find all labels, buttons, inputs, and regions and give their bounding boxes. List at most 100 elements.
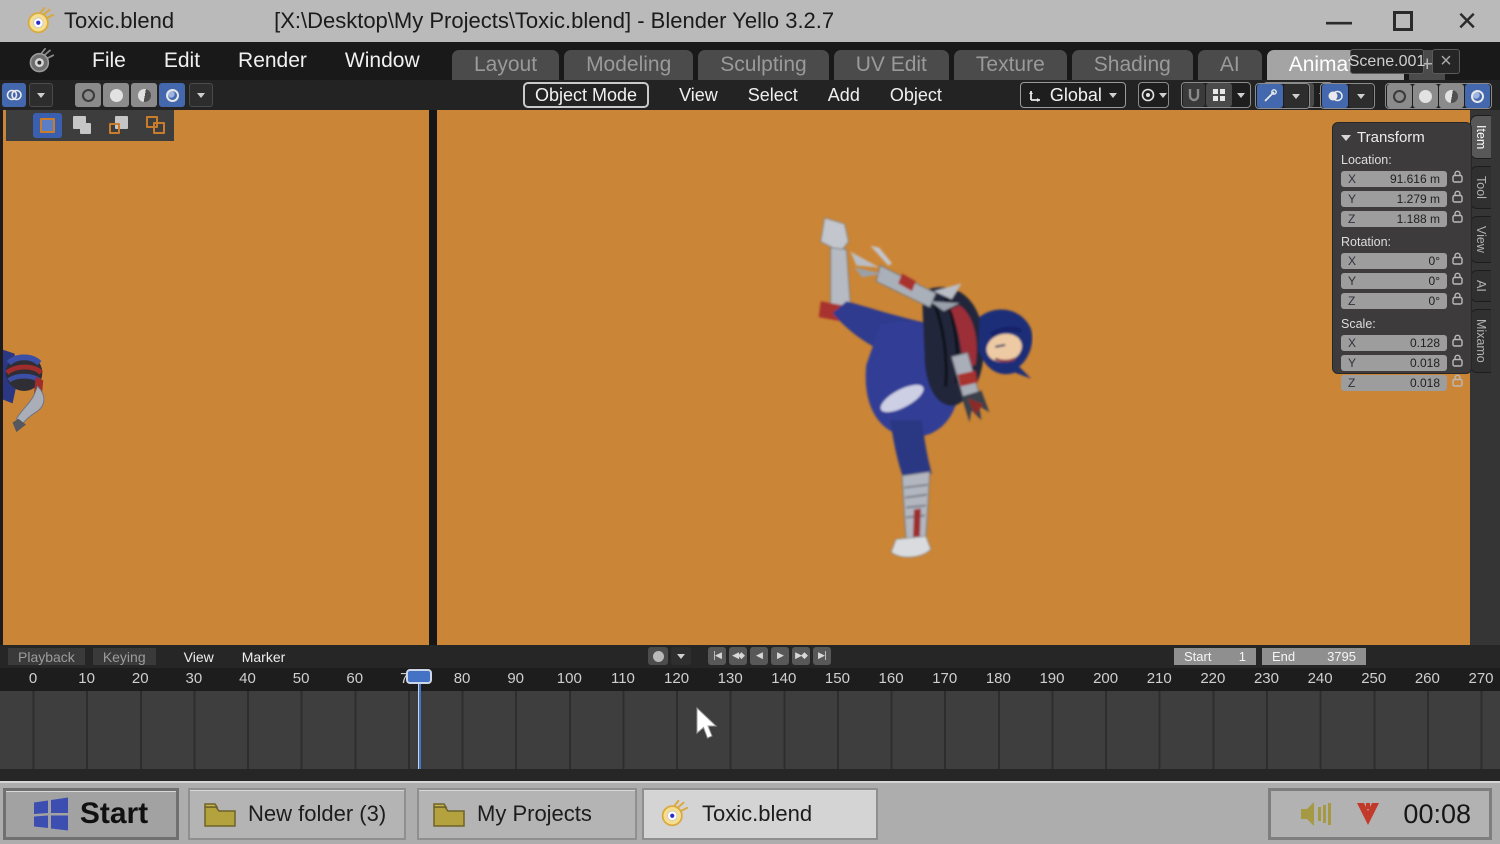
axis-label: X xyxy=(1348,336,1357,350)
timeline-track[interactable] xyxy=(0,691,1500,769)
shading-rendered-button[interactable] xyxy=(1465,84,1490,108)
select-extend-button[interactable] xyxy=(69,113,98,138)
scale-y-field[interactable]: Y 0.018 xyxy=(1341,355,1447,371)
sidebar-tab-item[interactable]: Item xyxy=(1470,115,1491,160)
location-y-field[interactable]: Y 1.279 m xyxy=(1341,191,1447,207)
viewport-menu-view[interactable]: View xyxy=(679,85,718,106)
scale-z-field[interactable]: Z 0.018 xyxy=(1341,375,1447,391)
auto-keying-button[interactable] xyxy=(648,647,668,665)
maximize-button[interactable] xyxy=(1388,6,1418,36)
lock-icon[interactable] xyxy=(1452,272,1463,290)
play-forward-button[interactable]: ▶ xyxy=(771,647,789,665)
select-difference-button[interactable] xyxy=(141,113,170,138)
transform-panel-header[interactable]: Transform xyxy=(1341,129,1463,146)
workspace-tab-sculpting[interactable]: Sculpting xyxy=(698,50,829,80)
speaker-icon[interactable] xyxy=(1299,799,1333,829)
scene-close-button[interactable]: × xyxy=(1432,49,1460,74)
lock-icon[interactable] xyxy=(1452,190,1463,208)
timeline-popover-keying[interactable]: Keying xyxy=(92,648,156,665)
workspace-tab-shading[interactable]: Shading xyxy=(1071,50,1193,80)
select-subtract-button[interactable] xyxy=(105,113,134,138)
overlays-dropdown[interactable] xyxy=(1349,84,1373,108)
location-z-field[interactable]: Z 1.188 m xyxy=(1341,211,1447,227)
minimize-button[interactable]: — xyxy=(1324,6,1354,36)
snap-target-button[interactable] xyxy=(1205,83,1232,107)
close-button[interactable]: × xyxy=(1452,4,1482,38)
editor-type-dropdown[interactable] xyxy=(29,83,53,107)
previous-keyframe-button[interactable]: ◀◆ xyxy=(729,647,747,665)
scale-x-field[interactable]: X 0.128 xyxy=(1341,335,1447,351)
jump-to-start-button[interactable]: |◀ xyxy=(708,647,726,665)
pivot-point-selector[interactable] xyxy=(1137,82,1169,108)
taskbar-item-new-folder-3-[interactable]: New folder (3) xyxy=(188,788,406,840)
workspace-tab-layout[interactable]: Layout xyxy=(452,50,560,80)
shading-material-button[interactable] xyxy=(1439,84,1464,108)
start-button[interactable]: Start xyxy=(3,788,179,840)
workspace-tab-modeling[interactable]: Modeling xyxy=(564,50,694,80)
timeline-ruler[interactable]: 0102030405060708090100110120130140150160… xyxy=(0,668,1500,691)
overlays-toggle-button[interactable] xyxy=(1322,84,1348,108)
main-viewport[interactable] xyxy=(437,110,1470,645)
playhead-handle[interactable] xyxy=(406,669,433,684)
scene-name-field[interactable]: Scene.001 xyxy=(1349,49,1425,74)
taskbar-clock[interactable]: 00:08 xyxy=(1403,799,1471,830)
location-x-field[interactable]: X 91.616 m xyxy=(1341,171,1447,187)
timeline-menu-marker[interactable]: Marker xyxy=(242,649,286,665)
windows-logo-icon xyxy=(33,797,68,831)
menu-window[interactable]: Window xyxy=(345,49,420,73)
mode-dropdown[interactable] xyxy=(189,83,213,107)
shading-solid-button[interactable] xyxy=(1413,84,1438,108)
select-set-button[interactable] xyxy=(33,113,62,138)
viewport-menu-object[interactable]: Object xyxy=(890,85,942,106)
frame-start-field[interactable]: Start 1 xyxy=(1174,648,1256,665)
sidebar-tab-mixamo[interactable]: Mixamo xyxy=(1470,308,1491,373)
object-mode-selector[interactable]: Object Mode xyxy=(523,82,650,108)
frame-end-field[interactable]: End 3795 xyxy=(1262,648,1366,665)
workspace-tab-texture[interactable]: Texture xyxy=(953,50,1067,80)
mode-material-button[interactable] xyxy=(131,83,157,107)
viewport-divider[interactable] xyxy=(429,110,437,645)
timeline-popover-playback[interactable]: Playback xyxy=(8,648,85,665)
lock-icon[interactable] xyxy=(1452,292,1463,310)
next-keyframe-button[interactable]: ▶◆ xyxy=(792,647,810,665)
sidebar-tab-view[interactable]: View xyxy=(1470,216,1491,264)
mode-solid-button[interactable] xyxy=(103,83,129,107)
secondary-viewport[interactable] xyxy=(0,110,429,645)
menu-render[interactable]: Render xyxy=(238,49,307,73)
menu-file[interactable]: File xyxy=(92,49,126,73)
lock-icon[interactable] xyxy=(1452,252,1463,270)
lock-icon[interactable] xyxy=(1452,374,1463,392)
workspace-tab-uv-edit[interactable]: UV Edit xyxy=(833,50,949,80)
rotation-z-field[interactable]: Z 0° xyxy=(1341,293,1447,309)
gizmos-dropdown[interactable] xyxy=(1284,84,1308,108)
play-reverse-button[interactable]: ◀ xyxy=(750,647,768,665)
jump-to-end-button[interactable]: ▶| xyxy=(813,647,831,665)
menu-edit[interactable]: Edit xyxy=(164,49,200,73)
taskbar-item-my-projects[interactable]: My Projects xyxy=(417,788,637,840)
lock-icon[interactable] xyxy=(1452,334,1463,352)
overlays-control xyxy=(1320,83,1375,109)
solid-circle-icon xyxy=(1419,89,1432,103)
keying-dropdown[interactable] xyxy=(671,647,691,665)
transform-orientation-selector[interactable]: Global xyxy=(1019,82,1126,108)
mode-rendered-button[interactable] xyxy=(159,83,185,107)
timeline-menu-view[interactable]: View xyxy=(184,649,214,665)
mode-wireframe-button[interactable] xyxy=(75,83,101,107)
snap-toggle-button[interactable] xyxy=(1182,83,1205,107)
download-arrow-icon[interactable] xyxy=(1355,801,1381,827)
lock-icon[interactable] xyxy=(1452,210,1463,228)
sidebar-tab-ai[interactable]: AI xyxy=(1470,270,1491,302)
playhead-line[interactable] xyxy=(417,684,421,769)
lock-icon[interactable] xyxy=(1452,354,1463,372)
taskbar-item-toxic-blend[interactable]: Toxic.blend xyxy=(642,788,878,840)
viewport-menu-select[interactable]: Select xyxy=(748,85,798,106)
editor-type-button[interactable] xyxy=(2,83,26,107)
lock-icon[interactable] xyxy=(1452,170,1463,188)
shading-wireframe-button[interactable] xyxy=(1387,84,1412,108)
viewport-menu-add[interactable]: Add xyxy=(828,85,860,106)
sidebar-tab-tool[interactable]: Tool xyxy=(1470,166,1491,210)
rotation-x-field[interactable]: X 0° xyxy=(1341,253,1447,269)
gizmos-toggle-button[interactable] xyxy=(1257,84,1283,108)
workspace-tab-ai[interactable]: AI xyxy=(1197,50,1262,80)
rotation-y-field[interactable]: Y 0° xyxy=(1341,273,1447,289)
